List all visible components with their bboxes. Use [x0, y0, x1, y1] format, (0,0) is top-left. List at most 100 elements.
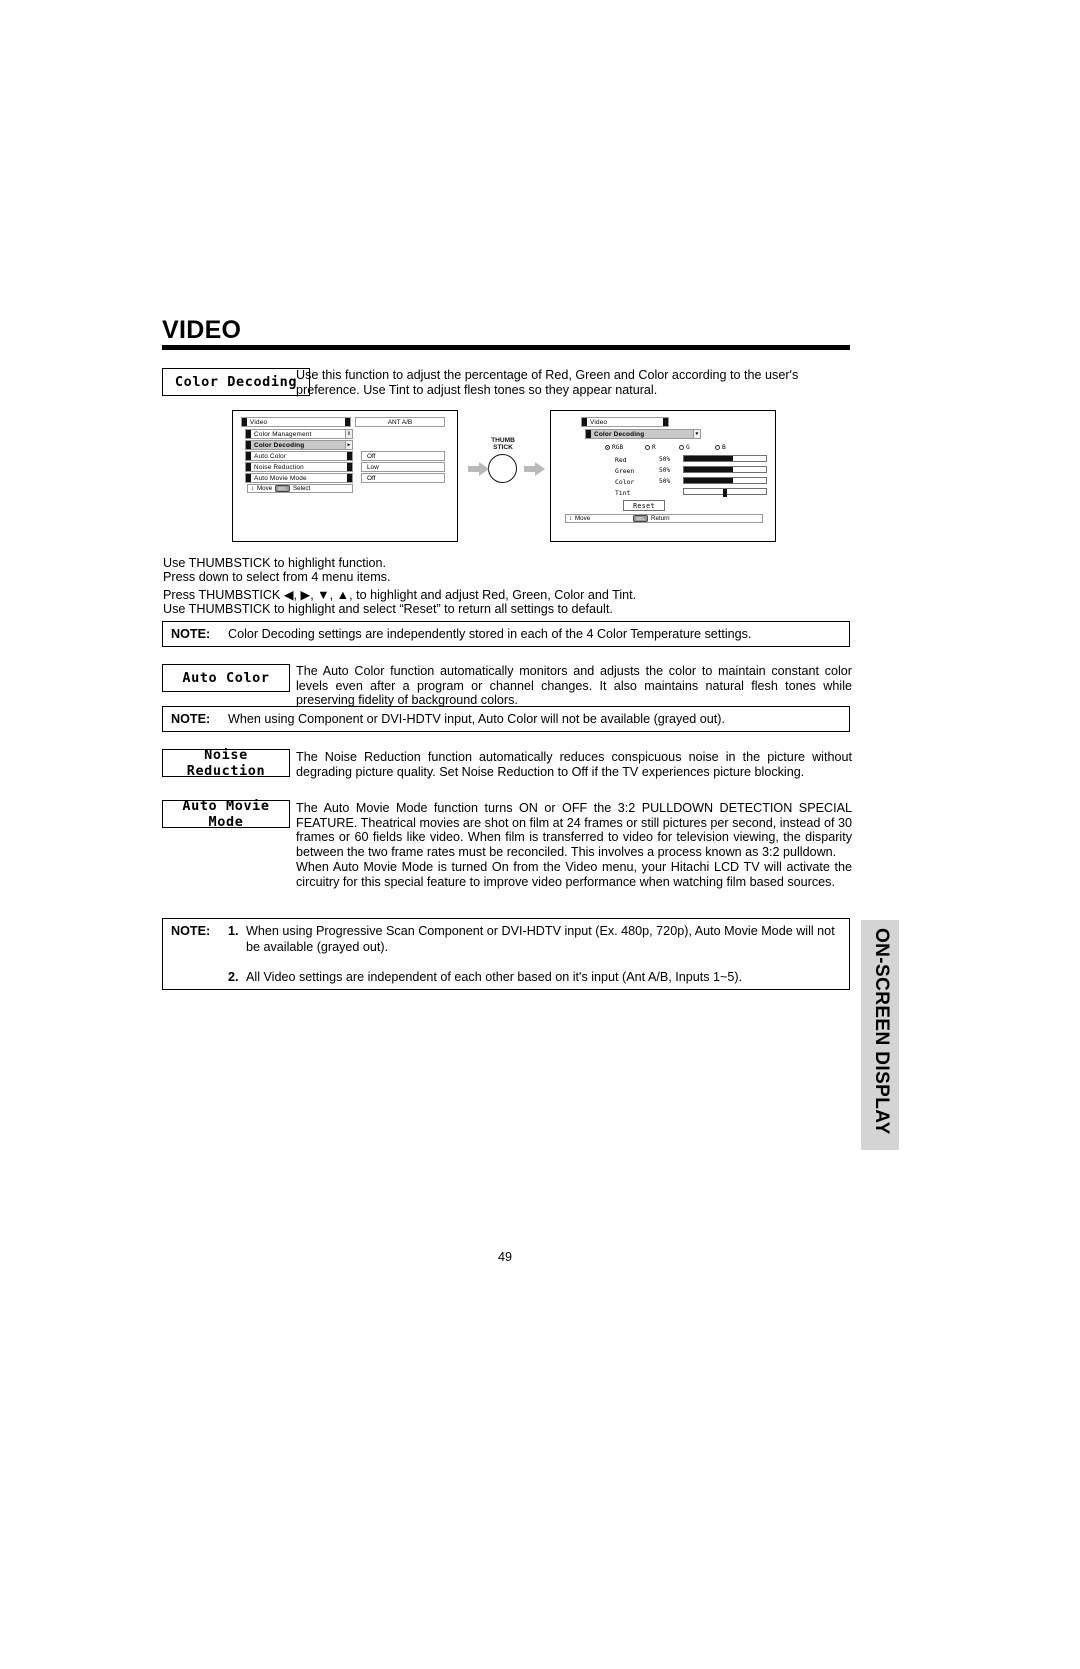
note-item-text-2: All Video settings are independent of ea… [246, 970, 743, 984]
osd-menu-row-auto-color: Auto Color [245, 451, 353, 461]
note-text-1: Color Decoding settings are independentl… [228, 627, 752, 641]
sel-key-icon: SEL [633, 514, 649, 523]
radio-r[interactable]: R [645, 444, 656, 451]
row-label: Color Decoding [594, 430, 645, 438]
radio-label: RGB [612, 444, 624, 451]
radio-g[interactable]: G [679, 444, 690, 451]
radio-dot-icon [645, 445, 650, 450]
note-label-3: NOTE: [171, 924, 211, 938]
slider-label-green: Green [615, 467, 635, 475]
section-label-text: Auto Movie Mode [182, 798, 270, 830]
section-body-auto-movie-mode-2: When Auto Movie Mode is turned On from t… [296, 860, 852, 889]
osd-left-title-row: Video [241, 417, 351, 427]
osd-screenshot-left: Video ANT A/B Color Management ⇕ Color D… [232, 410, 458, 542]
note-label-1: NOTE: [171, 627, 211, 641]
section-body-color-decoding: Use this function to adjust the percenta… [296, 368, 799, 397]
note-item-number-2: 2. [228, 970, 239, 984]
section-body-auto-color: The Auto Color function automatically mo… [296, 664, 852, 708]
slider-fill-red [684, 456, 734, 461]
page-number: 49 [497, 1250, 512, 1264]
osd-menu-row-noise-reduction: Noise Reduction [245, 462, 353, 472]
section-label-auto-color: Auto Color [162, 664, 290, 692]
page-title: VIDEO [162, 316, 242, 344]
note-label-2: NOTE: [171, 712, 211, 726]
thumbstick-label-line2: STICK [493, 444, 513, 452]
osd-left-footer-action: Select [293, 485, 311, 492]
updown-icon: ↕ [569, 515, 572, 522]
slider-fill-color [684, 478, 734, 483]
section-label-color-decoding: Color Decoding [162, 368, 310, 396]
osd-menu-row-auto-movie-mode: Auto Movie Mode [245, 473, 353, 483]
slider-knob-tint [723, 488, 728, 497]
osd-menu-row-color-decoding: Color Decoding ▸ [245, 440, 353, 450]
osd-right-footer-move: Move [575, 515, 591, 522]
row-label: Noise Reduction [254, 463, 304, 471]
page-header: VIDEO [162, 316, 850, 350]
updown-arrow-icon: ⇕ [345, 430, 352, 438]
slider-fill-green [684, 467, 734, 472]
slider-value-red: 50% [659, 456, 671, 463]
osd-value-auto-movie-mode: Off [361, 473, 445, 483]
row-label: Color Decoding [254, 441, 305, 449]
osd-left-footer-move: Move [257, 485, 273, 492]
section-label-auto-movie-mode: Auto Movie Mode [162, 798, 290, 830]
thumbstick-label-line1: THUMB [491, 437, 515, 444]
manual-page: VIDEO Color Decoding Use this function t… [0, 0, 1080, 1669]
radio-label: R [652, 444, 656, 451]
instruction-line-3: Press THUMBSTICK ◀, ▶, ▼, ▲, to highligh… [163, 588, 637, 602]
osd-right-footer-action: Return [651, 515, 670, 522]
slider-track-tint[interactable] [683, 488, 767, 497]
sel-key-icon: SEL [275, 484, 291, 493]
reset-button[interactable]: Reset [623, 500, 665, 511]
instruction-line-4: Use THUMBSTICK to highlight and select “… [163, 602, 613, 616]
chevron-right-icon: ▸ [345, 441, 352, 449]
osd-right-menu-title: Color Decoding ▾ [585, 429, 701, 439]
osd-left-title: Video [250, 418, 268, 426]
row-marker-right [347, 452, 352, 460]
slider-track-red[interactable] [683, 455, 767, 462]
section-body-auto-movie-mode: The Auto Movie Mode function turns ON or… [296, 801, 852, 859]
radio-dot-icon [679, 445, 684, 450]
instruction-line-2: Press down to select from 4 menu items. [163, 570, 391, 584]
radio-label: G [686, 444, 690, 451]
row-label: Auto Movie Mode [254, 474, 307, 482]
section-body-noise-reduction: The Noise Reduction function automatical… [296, 750, 852, 779]
row-label: Color Management [254, 430, 312, 438]
title-rule [162, 345, 850, 350]
radio-dot-icon [605, 445, 610, 450]
thumbstick-label: THUMB STICK [480, 437, 526, 452]
section-label-text: Color Decoding [174, 374, 298, 390]
section-label-text: Auto Color [182, 670, 270, 686]
flow-arrow-icon-2 [524, 462, 546, 476]
radio-dot-icon [715, 445, 720, 450]
side-tab-on-screen-display: ON-SCREEN DISPLAY [861, 920, 899, 1150]
osd-menu-row-color-management: Color Management ⇕ [245, 429, 353, 439]
osd-screenshot-right: Video Color Decoding ▾ RGB R G B Red 50%… [550, 410, 776, 542]
osd-value-noise-reduction: Low [361, 462, 445, 472]
slider-label-tint: Tint [615, 489, 631, 497]
slider-label-red: Red [615, 456, 627, 464]
note-text-2: When using Component or DVI-HDTV input, … [228, 712, 725, 726]
radio-b[interactable]: B [715, 444, 726, 451]
osd-right-marker [345, 418, 350, 426]
side-tab-label: ON-SCREEN DISPLAY [871, 928, 892, 1135]
section-label-noise-reduction: Noise Reduction [162, 747, 290, 779]
radio-label: B [722, 444, 726, 451]
slider-track-green[interactable] [683, 466, 767, 473]
slider-value-color: 50% [659, 478, 671, 485]
row-label: Auto Color [254, 452, 287, 460]
slider-track-color[interactable] [683, 477, 767, 484]
slider-label-color: Color [615, 478, 635, 486]
osd-left-footer: ↕ Move SEL Select [247, 484, 353, 493]
row-marker-right [347, 463, 352, 471]
section-label-text: Noise Reduction [186, 747, 266, 779]
updown-icon: ↕ [251, 485, 254, 492]
osd-source-indicator: ANT A/B [355, 417, 445, 427]
osd-right-footer: ↕ Move SEL Return [565, 514, 763, 523]
flow-arrow-icon-1 [468, 462, 490, 476]
radio-rgb[interactable]: RGB [605, 444, 623, 451]
thumbstick-circle-icon [488, 454, 517, 483]
slider-value-green: 50% [659, 467, 671, 474]
note-item-text-1: When using Progressive Scan Component or… [246, 924, 835, 954]
instruction-line-1: Use THUMBSTICK to highlight function. [163, 556, 387, 570]
